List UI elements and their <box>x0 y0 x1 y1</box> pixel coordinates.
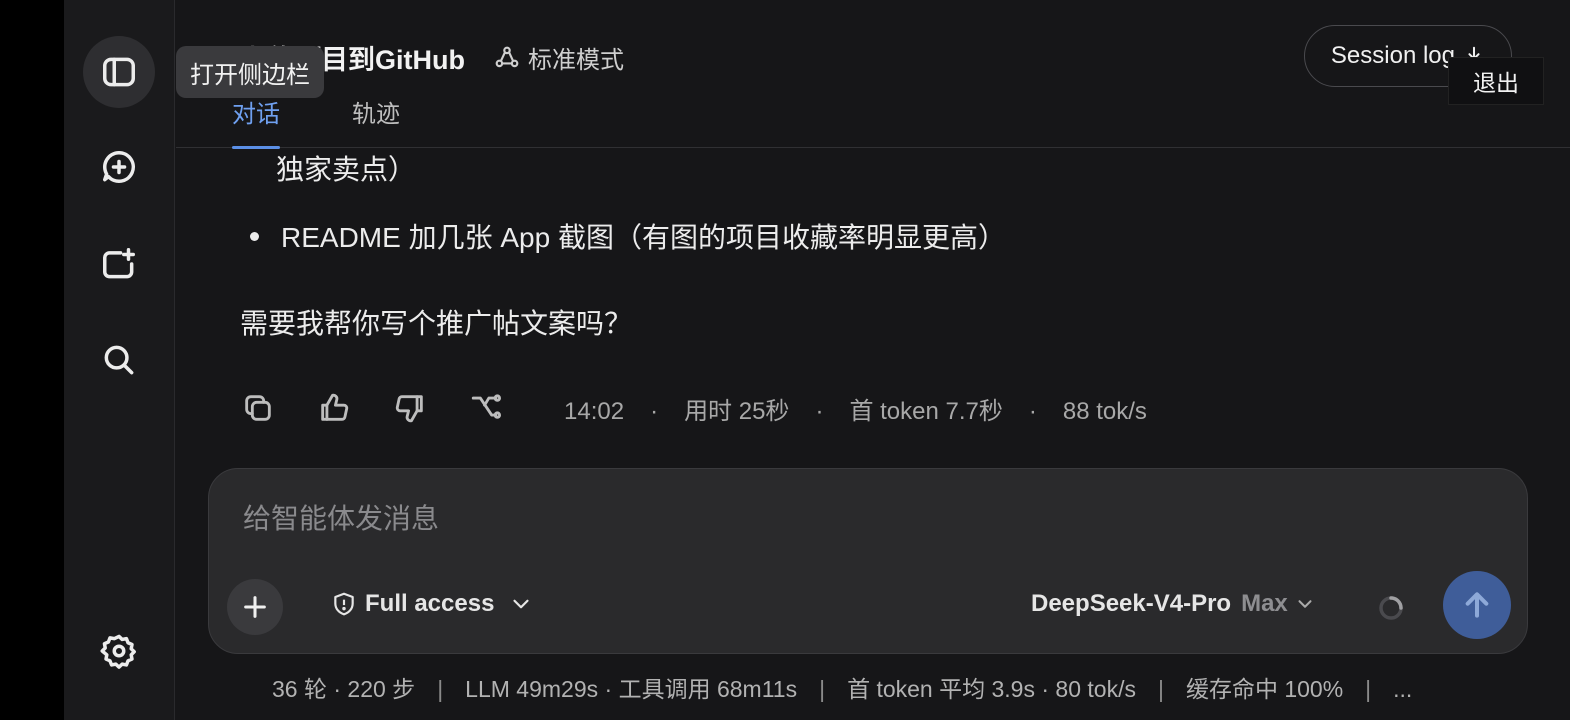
stat-rounds: 36 轮 · 220 步 <box>272 676 416 702</box>
send-button[interactable] <box>1443 571 1511 639</box>
message-speed: 88 tok/s <box>1062 397 1147 425</box>
session-stats: 36 轮 · 220 步 | LLM 49m29s · 工具调用 68m11s | 首 … <box>272 670 1412 704</box>
branch-button[interactable] <box>468 390 504 426</box>
message-paragraph: 需要我帮你写个推广帖文案吗？ <box>240 308 633 339</box>
message-first-token: 首 token 7.7秒 <box>849 397 1003 425</box>
stat-first-token: 首 token 平均 3.9s · 80 tok/s <box>847 676 1136 702</box>
thumbs-down-icon <box>395 395 423 423</box>
branch-icon <box>471 394 502 419</box>
list-item: README 加几张 App 截图（有图的项目收藏率明显更高） <box>240 216 1006 256</box>
chevron-down-icon <box>513 599 530 609</box>
model-level: Max <box>1241 590 1288 617</box>
tab-trace[interactable]: 轨迹 <box>352 94 400 147</box>
arrow-up-icon <box>1465 592 1489 618</box>
message-actions: 14:02 · 用时 25秒 · 首 token 7.7秒 · 88 tok/s <box>240 388 1147 428</box>
dislike-button[interactable] <box>392 390 428 426</box>
window-edge <box>0 0 64 720</box>
list-item-text: README 加几张 App 截图（有图的项目收藏率明显更高） <box>281 222 1006 253</box>
stat-llm: LLM 49m29s · 工具调用 68m11s <box>465 676 798 702</box>
exit-tooltip: 退出 <box>1448 57 1544 105</box>
message-duration: 用时 25秒 <box>684 397 790 425</box>
sidebar-rail <box>64 0 175 720</box>
separator: | <box>1365 676 1372 702</box>
message-time: 14:02 <box>564 397 625 425</box>
message-input[interactable] <box>243 499 1143 539</box>
gear-icon <box>100 634 136 669</box>
access-selector[interactable]: Full access <box>331 590 534 618</box>
copy-button[interactable] <box>240 390 276 426</box>
settings-button[interactable] <box>83 615 155 687</box>
mode-icon <box>495 46 519 67</box>
separator: · <box>1028 397 1037 425</box>
chat-header: 上传项目到GitHub 标准模式 对话 轨迹 Session log <box>176 0 1570 149</box>
stat-more[interactable]: ... <box>1393 676 1412 702</box>
new-project-button[interactable] <box>83 228 155 300</box>
separator: | <box>819 676 826 702</box>
message-line: 独家卖点） <box>276 154 417 185</box>
search-button[interactable] <box>83 324 155 396</box>
like-button[interactable] <box>316 390 352 426</box>
plus-icon <box>244 596 266 618</box>
access-label: Full access <box>365 590 495 617</box>
attach-button[interactable] <box>227 579 283 635</box>
new-chat-button[interactable] <box>83 131 155 203</box>
bullet-dot <box>250 231 259 241</box>
separator: · <box>815 397 824 425</box>
tab-bar: 对话 轨迹 <box>232 94 472 149</box>
loading-spinner-icon <box>1379 596 1403 620</box>
separator: | <box>437 676 444 702</box>
stat-cache: 缓存命中 100% <box>1185 676 1344 702</box>
separator: | <box>1157 676 1164 702</box>
model-selector[interactable]: DeepSeek-V4-Pro Max <box>1031 590 1316 618</box>
tab-conversation[interactable]: 对话 <box>232 94 280 149</box>
mode-label: 标准模式 <box>528 47 624 74</box>
model-name: DeepSeek-V4-Pro <box>1031 590 1232 617</box>
separator: · <box>650 397 659 425</box>
copy-icon <box>245 395 271 421</box>
session-log-label: Session log <box>1330 42 1455 69</box>
shield-alert-icon <box>334 592 354 616</box>
thumbs-up-icon <box>321 393 349 421</box>
mode-indicator[interactable]: 标准模式 <box>494 40 624 75</box>
search-icon <box>104 345 134 375</box>
composer: Full access DeepSeek-V4-Pro Max <box>208 468 1528 654</box>
chat-plus-icon <box>103 151 136 183</box>
sidebar-toggle-button[interactable] <box>83 36 155 108</box>
sidebar-panel-icon <box>103 57 135 87</box>
folder-plus-icon <box>103 248 135 279</box>
sidebar-tooltip: 打开侧边栏 <box>176 46 324 98</box>
message-stats: 14:02 · 用时 25秒 · 首 token 7.7秒 · 88 tok/s <box>564 391 1147 426</box>
chevron-down-icon <box>1298 600 1312 608</box>
